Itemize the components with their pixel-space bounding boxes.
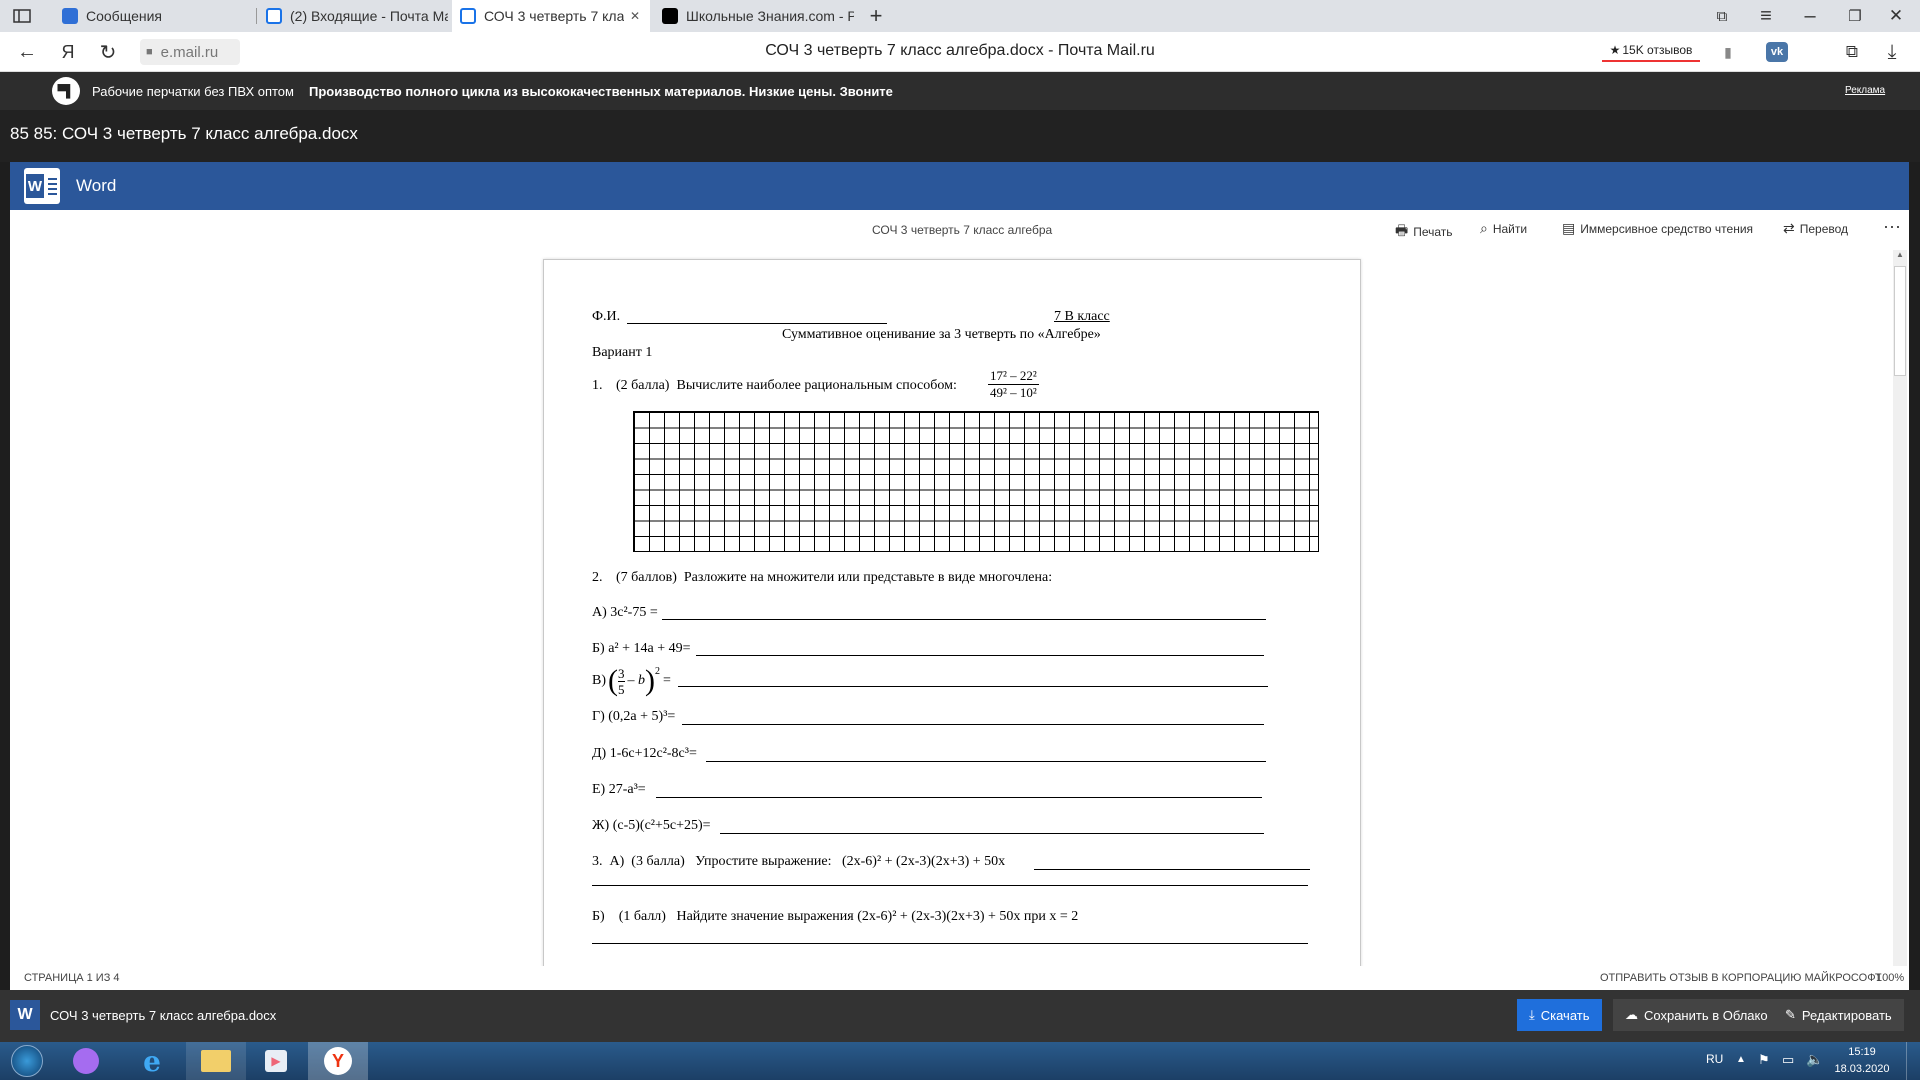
sidebar-toggle-icon[interactable] <box>10 6 34 26</box>
item-a: А) 3c²-75 = <box>592 605 658 620</box>
scrollbar[interactable]: ▲ ▼ <box>1893 250 1907 990</box>
book-icon: ▤ <box>1562 220 1576 236</box>
language-indicator[interactable]: RU <box>1706 1052 1723 1066</box>
reviews-badge[interactable]: ★ 15K отзывов <box>1602 40 1700 62</box>
url-field[interactable]: ■ e.mail.ru <box>140 39 240 65</box>
restore-icon[interactable]: ❐ <box>1843 4 1867 28</box>
start-button[interactable] <box>0 1042 54 1080</box>
viewer-doc-title: СОЧ 3 четверть 7 класс алгебра <box>872 223 1053 237</box>
word-header: W Word <box>10 162 1909 210</box>
mail-icon <box>460 8 476 24</box>
q1-text: (2 балла) Вычислите наиболее рациональны… <box>616 378 957 393</box>
word-app-label: Word <box>76 176 117 195</box>
download-icon: ⤓ <box>1529 1007 1535 1022</box>
immersive-reader-button[interactable]: ▤ Иммерсивное средство чтения <box>1562 220 1753 237</box>
explorer-icon[interactable] <box>186 1042 246 1080</box>
word-file-icon: W <box>10 1000 40 1030</box>
address-bar: ← Я ↻ ■ e.mail.ru СОЧ 3 четверть 7 класс… <box>0 32 1920 72</box>
scroll-up-icon[interactable]: ▲ <box>1893 250 1907 264</box>
print-button[interactable]: 🖶 Печать <box>1395 220 1453 244</box>
attachment-bar: W СОЧ 3 четверть 7 класс алгебра.docx ⤓ С… <box>0 990 1920 1042</box>
ad-label: Реклама <box>1845 85 1886 96</box>
scroll-thumb[interactable] <box>1894 266 1906 376</box>
fio-line <box>627 312 887 324</box>
ad-title: Рабочие перчатки без ПВХ оптом <box>92 84 294 99</box>
search-icon: ⌕ <box>1480 220 1488 236</box>
page-title: СОЧ 3 четверть 7 класс алгебра.docx - По… <box>765 42 1155 59</box>
znaniya-icon <box>662 8 678 24</box>
q3b-text: Б) (1 балл) Найдите значение выражения (… <box>592 909 1079 924</box>
ad-logo: ▀▌ <box>52 77 80 105</box>
clock[interactable]: 15:19 18.03.2020 <box>1830 1044 1894 1078</box>
item-v: В) ( 35 – b ) 2 = <box>592 664 671 697</box>
cloud-icon: ☁ <box>1625 1007 1638 1022</box>
mail-icon <box>266 8 282 24</box>
new-tab-icon[interactable]: + <box>864 3 888 28</box>
tab-messages[interactable]: Сообщения <box>54 0 254 32</box>
translate-button[interactable]: ⇄ Перевод <box>1783 220 1848 237</box>
item-g: Г) (0,2a + 5)³= <box>592 709 676 724</box>
menu-icon[interactable]: ≡ <box>1755 4 1777 28</box>
ie-icon[interactable]: e <box>122 1042 182 1080</box>
item-zh: Ж) (c-5)(c²+5c+25)= <box>592 818 711 833</box>
printer-icon: 🖶 <box>1395 222 1409 238</box>
tab-znaniya[interactable]: Школьные Знания.com - Р <box>654 0 854 32</box>
document-header: 85 85: СОЧ 3 четверть 7 класс алгебра.do… <box>0 110 1920 162</box>
variant-label: Вариант 1 <box>592 345 653 360</box>
feedback-link[interactable]: ОТПРАВИТЬ ОТЗЫВ В КОРПОРАЦИЮ МАЙКРОСОФТ <box>1600 972 1882 984</box>
q2-text: (7 баллов) Разложите на множители или пр… <box>616 570 1053 585</box>
word-logo-icon: W <box>24 168 60 204</box>
file-name: СОЧ 3 четверть 7 класс алгебра.docx <box>50 1008 277 1023</box>
volume-icon[interactable]: 🔈 <box>1806 1051 1823 1068</box>
item-b: Б) a² + 14a + 49= <box>592 641 691 656</box>
q3a-text: 3. А) (3 балла) Упростите выражение: (2x… <box>592 854 1006 869</box>
extensions-icon[interactable]: ⧉ <box>1840 40 1864 64</box>
edit-icon: ✎ <box>1785 1007 1796 1022</box>
star-icon: ★ <box>1609 43 1621 57</box>
close-window-icon[interactable]: ✕ <box>1884 4 1908 28</box>
tab-bar: Сообщения (2) Входящие - Почта Mail СОЧ … <box>0 0 1920 32</box>
chat-icon <box>62 8 78 24</box>
network-icon[interactable]: ▭ <box>1782 1052 1794 1068</box>
zoom-level[interactable]: 100% <box>1876 972 1904 984</box>
tab-inbox[interactable]: (2) Входящие - Почта Mail <box>258 0 448 32</box>
more-options-icon[interactable]: ··· <box>1883 216 1901 237</box>
tab-document[interactable]: СОЧ 3 четверть 7 класс ✕ <box>452 0 650 32</box>
bookmark-icon[interactable]: ▮ <box>1718 42 1738 62</box>
status-bar: СТРАНИЦА 1 ИЗ 4 ОТПРАВИТЬ ОТЗЫВ В КОРПОР… <box>10 966 1909 990</box>
back-icon[interactable]: ← <box>14 40 40 64</box>
fio-label: Ф.И. <box>592 309 621 324</box>
document-page: Ф.И. 7 В класс Суммативное оценивание за… <box>543 259 1361 999</box>
ad-banner[interactable]: ▀▌ Рабочие перчатки без ПВХ оптом Произв… <box>0 72 1920 110</box>
close-tab-icon[interactable]: ✕ <box>630 9 640 23</box>
tray-arrow-icon[interactable]: ▲ <box>1736 1054 1746 1065</box>
reload-icon[interactable]: ↻ <box>96 40 120 64</box>
show-desktop-button[interactable] <box>1906 1042 1920 1080</box>
doc-title: Суммативное оценивание за 3 четверть по … <box>782 327 1101 342</box>
vk-icon[interactable]: vk <box>1766 42 1788 62</box>
lock-icon: ■ <box>146 46 153 58</box>
item-d: Д) 1-6c+12c²-8c³= <box>592 746 697 761</box>
flag-icon[interactable]: ⚑ <box>1758 1052 1770 1068</box>
alice-icon[interactable] <box>56 1042 116 1080</box>
class-label: 7 В класс <box>1054 309 1110 324</box>
bookmarks-icon[interactable]: ⧉ <box>1712 6 1732 26</box>
answer-grid <box>633 411 1319 552</box>
find-button[interactable]: ⌕ Найти <box>1480 220 1527 237</box>
download-button[interactable]: ⤓ Скачать <box>1517 999 1602 1031</box>
item-e: Е) 27-a³= <box>592 782 646 797</box>
save-cloud-button[interactable]: ☁ Сохранить в Облако <box>1613 999 1780 1031</box>
media-player-icon[interactable]: ▶ <box>246 1042 306 1080</box>
translate-icon: ⇄ <box>1783 220 1795 236</box>
ad-text: Производство полного цикла из высококаче… <box>309 84 893 99</box>
page-counter: СТРАНИЦА 1 ИЗ 4 <box>24 972 120 984</box>
edit-button[interactable]: ✎ Редактировать <box>1773 999 1904 1031</box>
yandex-browser-icon[interactable]: Y <box>308 1042 368 1080</box>
yandex-icon[interactable]: Я <box>56 40 80 64</box>
minimize-icon[interactable]: – <box>1798 4 1822 28</box>
q1-fraction: 17² – 22² 49² – 10² <box>988 368 1039 400</box>
downloads-icon[interactable]: ⤓ <box>1880 40 1904 64</box>
